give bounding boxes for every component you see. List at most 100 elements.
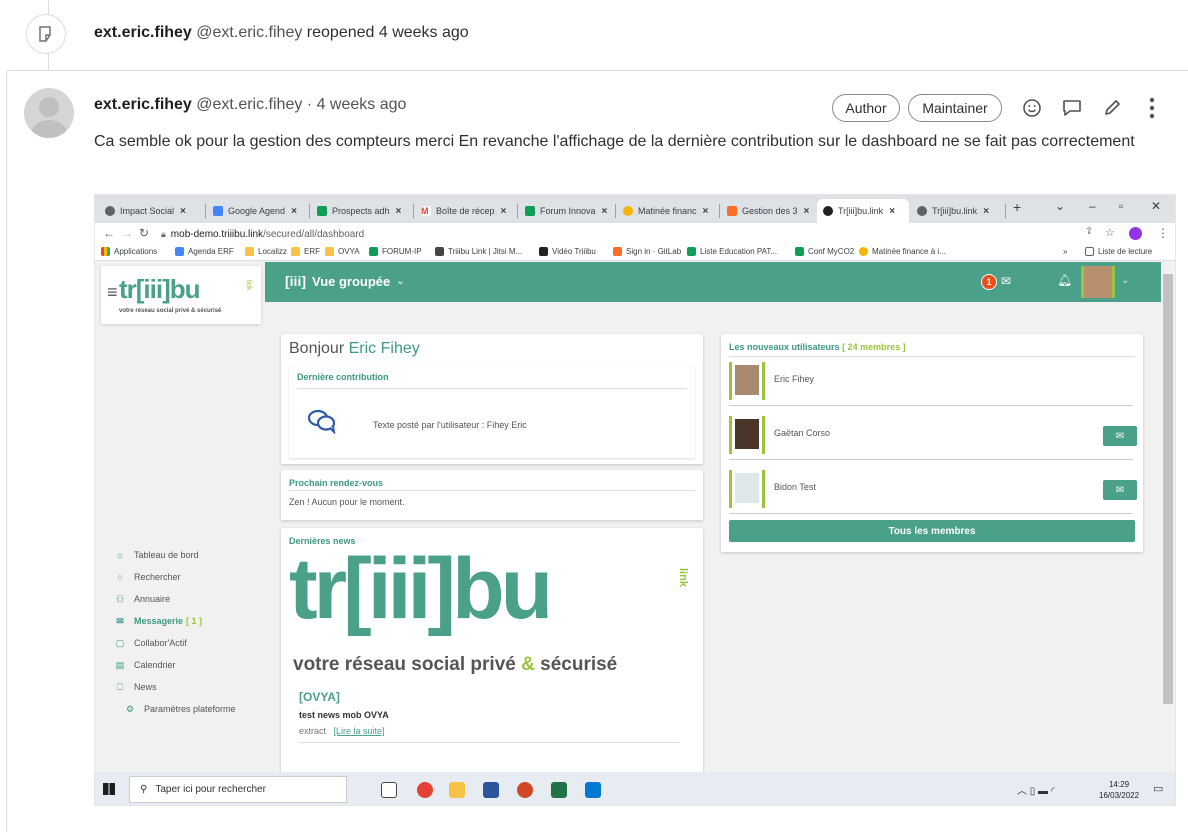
emoji-icon[interactable] xyxy=(1018,94,1046,122)
browser-tab-active[interactable]: Tr[iii]bu.link × xyxy=(817,199,909,223)
news-image[interactable]: tr[iii]bu link votre réseau social privé… xyxy=(289,554,695,684)
close-tab-icon[interactable]: × xyxy=(804,206,810,217)
task-view-icon[interactable] xyxy=(381,782,397,798)
bookmark-item[interactable]: Triiibu Link | Jitsi M... xyxy=(435,247,522,256)
bell-icon[interactable]: 🔔︎ xyxy=(1057,273,1072,287)
close-window-icon[interactable]: ✕ xyxy=(1151,199,1161,213)
outlook-icon[interactable] xyxy=(585,782,601,798)
file-explorer-icon[interactable] xyxy=(449,782,465,798)
close-tab-icon[interactable]: × xyxy=(291,206,297,217)
url-field[interactable]: 🔒︎ mob-demo.triiibu.link/secured/all/das… xyxy=(161,226,1071,242)
user-row[interactable]: Bidon Test ✉ xyxy=(729,464,1137,514)
profile-icon[interactable] xyxy=(1129,227,1142,240)
tray-icons[interactable]: ︿ ▯ ▬ ◜ xyxy=(1017,782,1055,797)
browser-tab[interactable]: Impact Social × xyxy=(99,199,203,223)
user-row[interactable]: Eric Fihey xyxy=(729,356,1133,406)
reload-icon[interactable]: ↻ xyxy=(139,226,149,240)
sidebar-item-directory[interactable]: ⚇ Annuaire xyxy=(115,594,170,605)
tab-search-icon[interactable]: ⌄ xyxy=(1055,199,1065,213)
reading-list[interactable]: Liste de lecture xyxy=(1085,247,1152,256)
system-note-author[interactable]: ext.eric.fihey xyxy=(94,24,192,41)
send-message-button[interactable]: ✉ xyxy=(1103,480,1137,500)
sidebar-item-calendar[interactable]: ▤ Calendrier xyxy=(115,660,176,671)
message-notification-badge[interactable]: 1 xyxy=(981,274,997,290)
bookmark-item[interactable]: Localizz xyxy=(245,247,287,256)
lock-icon: 🔒︎ xyxy=(161,228,166,239)
sidebar-item-dashboard[interactable]: ⌂ Tableau de bord xyxy=(115,550,198,560)
comment-author[interactable]: ext.eric.fihey xyxy=(94,96,192,113)
taskbar-search[interactable]: ⚲ Taper ici pour rechercher xyxy=(129,776,347,803)
attached-screenshot[interactable]: Impact Social × Google Agend × Prospects a… xyxy=(94,194,1176,806)
news-item-title[interactable]: test news mob OVYA xyxy=(299,710,389,720)
user-avatar xyxy=(729,416,765,454)
new-tab-button[interactable]: + xyxy=(1013,199,1021,215)
bookmark-item[interactable]: Liste Education PAT... xyxy=(687,247,777,256)
user-menu-chevron-icon[interactable]: ⌄ xyxy=(1121,275,1129,286)
bookmarks-more[interactable]: » xyxy=(1063,247,1067,256)
bookmark-item[interactable]: Matinée finance à i... xyxy=(859,247,946,256)
user-avatar[interactable] xyxy=(1081,266,1115,298)
forward-icon[interactable]: → xyxy=(121,226,133,240)
browser-tab-strip: Impact Social × Google Agend × Prospects a… xyxy=(95,195,1175,223)
group-view-selector[interactable]: [iii] Vue groupée ⌄ xyxy=(285,273,405,289)
comment-icon[interactable] xyxy=(1058,94,1086,122)
comment-handle[interactable]: @ext.eric.fihey xyxy=(196,96,302,113)
chrome-icon[interactable] xyxy=(417,782,433,798)
close-tab-icon[interactable]: × xyxy=(180,206,186,217)
bookmark-item[interactable]: Conf MyCO2 xyxy=(795,247,854,256)
browser-tab[interactable]: Tr[iii]bu.link × xyxy=(911,199,1003,223)
send-message-button[interactable]: ✉ xyxy=(1103,426,1137,446)
share-icon[interactable]: ⇪ xyxy=(1085,226,1093,237)
close-tab-icon[interactable]: × xyxy=(602,206,608,217)
user-name[interactable]: Eric Fihey xyxy=(774,374,814,384)
menu-dots-icon[interactable]: ⋮ xyxy=(1157,226,1169,240)
topbar-mail-icon[interactable]: ✉ xyxy=(1001,274,1011,288)
notification-center-icon[interactable]: ▭ xyxy=(1153,782,1163,795)
bookmark-item[interactable]: Vidéo Triiibu xyxy=(539,247,596,256)
user-name[interactable]: Bidon Test xyxy=(774,482,816,492)
browser-tab[interactable]: M Boîte de récep × xyxy=(415,199,515,223)
powerpoint-icon[interactable] xyxy=(517,782,533,798)
windows-start-icon[interactable] xyxy=(103,783,115,795)
edit-icon[interactable] xyxy=(1098,94,1126,122)
taskbar-clock[interactable]: 14:29 16/03/2022 xyxy=(1099,779,1139,801)
sidebar-item-news[interactable]: ⎕ News xyxy=(115,682,156,693)
star-icon[interactable]: ☆ xyxy=(1105,226,1115,239)
word-icon[interactable] xyxy=(483,782,499,798)
read-more-link[interactable]: [Lire la suite] xyxy=(334,726,385,736)
browser-tab[interactable]: Prospects adh × xyxy=(311,199,411,223)
user-row[interactable]: Gaëtan Corso ✉ xyxy=(729,410,1137,460)
bookmark-item[interactable]: FORUM-IP xyxy=(369,247,422,256)
page-scrollbar-thumb[interactable] xyxy=(1163,274,1173,704)
close-tab-icon[interactable]: × xyxy=(983,206,989,217)
close-tab-icon[interactable]: × xyxy=(889,206,895,217)
more-icon[interactable] xyxy=(1138,94,1166,122)
bookmark-item[interactable]: Agenda ERF xyxy=(175,247,234,256)
back-icon[interactable]: ← xyxy=(103,226,115,240)
comment-time[interactable]: 4 weeks ago xyxy=(317,96,407,113)
close-tab-icon[interactable]: × xyxy=(396,206,402,217)
excel-icon[interactable] xyxy=(551,782,567,798)
bookmark-apps[interactable]: Applications xyxy=(101,247,157,256)
bookmark-item[interactable]: Sign in · GitLab xyxy=(613,247,681,256)
user-name[interactable]: Gaëtan Corso xyxy=(774,428,830,438)
author-avatar[interactable] xyxy=(24,88,74,138)
maximize-icon[interactable]: ▫ xyxy=(1119,199,1123,213)
all-members-button[interactable]: Tous les membres xyxy=(729,520,1135,542)
browser-tab[interactable]: Matinée financ × xyxy=(617,199,717,223)
sidebar-item-search[interactable]: ○ Rechercher xyxy=(115,572,180,582)
bookmark-item[interactable]: ERF xyxy=(291,247,320,256)
browser-tab[interactable]: Forum Innova × xyxy=(519,199,613,223)
sidebar-item-collab[interactable]: ▢ Collabor'Actif xyxy=(115,638,187,649)
bookmark-item[interactable]: OVYA xyxy=(325,247,360,256)
browser-tab[interactable]: Google Agend × xyxy=(207,199,307,223)
browser-tab[interactable]: Gestion des 3 × xyxy=(721,199,815,223)
system-note-handle[interactable]: @ext.eric.fihey xyxy=(196,24,302,41)
minimize-icon[interactable]: – xyxy=(1089,199,1096,213)
hamburger-icon[interactable]: ≡ xyxy=(107,282,118,303)
sidebar-item-messaging[interactable]: ✉ Messagerie[ 1 ] xyxy=(115,616,202,627)
sidebar-item-settings[interactable]: ⚙ Paramètres plateforme xyxy=(125,704,236,715)
close-tab-icon[interactable]: × xyxy=(703,206,709,217)
close-tab-icon[interactable]: × xyxy=(501,206,507,217)
triiibu-logo[interactable]: ≡ tr[iii]bu link votre réseau social pri… xyxy=(101,266,261,324)
